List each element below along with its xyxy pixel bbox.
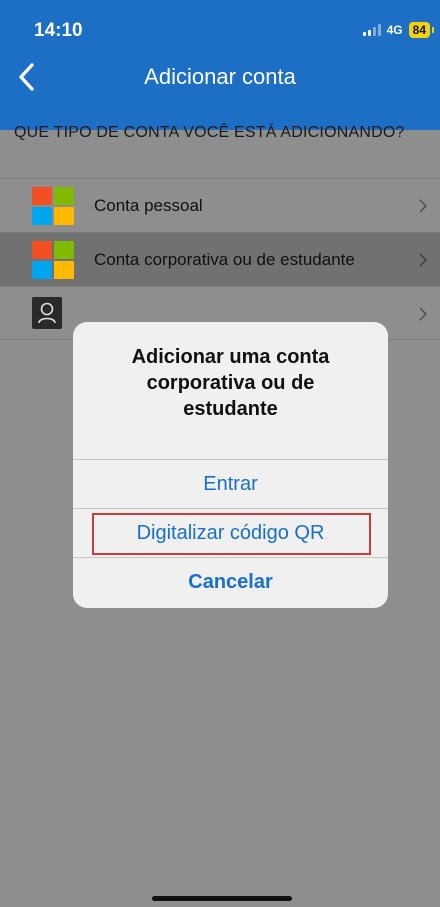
- home-indicator[interactable]: [152, 896, 292, 901]
- microsoft-logo-icon: [32, 240, 74, 279]
- chevron-right-icon: [419, 199, 428, 213]
- signal-icon: [362, 24, 381, 36]
- section-header: QUE TIPO DE CONTA VOCÊ ESTÁ ADICIONANDO?: [14, 124, 405, 141]
- dialog-title: Adicionar uma conta corporativa ou de es…: [73, 322, 388, 459]
- dialog-title-text: Adicionar uma conta corporativa ou de es…: [131, 346, 330, 420]
- status-time: 14:10: [34, 20, 83, 41]
- status-indicators: 4G 84: [362, 22, 435, 38]
- list-item-personal-account[interactable]: Conta pessoal: [0, 178, 440, 232]
- page-title: Adicionar conta: [144, 64, 296, 89]
- person-icon: [32, 297, 62, 329]
- scan-qr-code-button[interactable]: Digitalizar código QR: [73, 508, 388, 557]
- chevron-right-icon: [419, 253, 428, 267]
- scan-qr-code-label: Digitalizar código QR: [136, 521, 325, 544]
- chevron-right-icon: [419, 307, 428, 321]
- sign-in-button[interactable]: Entrar: [73, 459, 388, 508]
- account-type-list: QUE TIPO DE CONTA VOCÊ ESTÁ ADICIONANDO?…: [0, 102, 440, 340]
- network-type: 4G: [386, 23, 403, 37]
- status-bar: 14:10 4G 84: [0, 0, 440, 56]
- battery-icon: 84: [408, 22, 435, 38]
- cancel-button[interactable]: Cancelar: [73, 557, 388, 606]
- navigation-bar: Adicionar conta: [0, 56, 440, 100]
- list-item-label: Conta pessoal: [94, 195, 203, 215]
- add-work-account-dialog: Adicionar uma conta corporativa ou de es…: [73, 322, 388, 608]
- list-item-work-school-account[interactable]: Conta corporativa ou de estudante: [0, 232, 440, 286]
- microsoft-logo-icon: [32, 186, 74, 225]
- list-item-label: Conta corporativa ou de estudante: [94, 249, 355, 269]
